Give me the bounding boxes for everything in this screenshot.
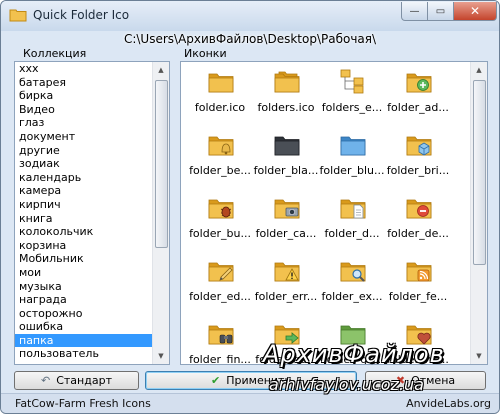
close-button[interactable]: ✕: [453, 2, 497, 21]
icon-grid-item[interactable]: folder_ex...: [317, 255, 387, 315]
list-item[interactable]: Мобильник: [15, 252, 152, 266]
icon-grid-label: folders_e...: [321, 101, 383, 114]
icon-grid-item[interactable]: folder_err...: [251, 255, 321, 315]
icon-grid-label: folder_bla...: [253, 164, 319, 177]
title-bar[interactable]: Quick Folder Ico — ▭ ✕: [1, 1, 499, 31]
watermark-title: АрхивФайлов: [263, 340, 445, 368]
icon-grid-item[interactable]: folder_ca...: [251, 192, 321, 252]
list-item[interactable]: колокольчик: [15, 225, 152, 239]
list-item[interactable]: кирпич: [15, 198, 152, 212]
icon-grid-label: folder_ad...: [387, 101, 449, 114]
scroll-up-arrow-icon[interactable]: ▲: [471, 62, 487, 78]
list-item[interactable]: пользователь: [15, 347, 152, 361]
icon-grid-item[interactable]: folder.ico: [185, 66, 255, 126]
icon-grid-item[interactable]: folder_ed...: [185, 255, 255, 315]
list-item[interactable]: книга: [15, 212, 152, 226]
standard-button[interactable]: ↶ Стандарт: [14, 371, 139, 390]
list-item[interactable]: мои: [15, 266, 152, 280]
collection-label: Коллекция: [23, 47, 87, 60]
watermark-url: arhivfaylov.ucoz.ua: [269, 375, 424, 394]
icon-grid-label: folder_de...: [387, 227, 449, 240]
icon-grid-item[interactable]: folder_fe...: [383, 255, 453, 315]
standard-button-label: Стандарт: [56, 374, 112, 387]
icon-grid-label: folder_fe...: [388, 290, 448, 303]
minimize-button[interactable]: —: [401, 2, 428, 21]
icon-grid-item[interactable]: folder_fin...: [185, 318, 255, 365]
current-path: C:\Users\АрхивФайлов\Desktop\Рабочая\: [123, 32, 377, 46]
list-item[interactable]: зодиак: [15, 157, 152, 171]
maximize-button[interactable]: ▭: [427, 2, 454, 21]
icon-grid-label: folder_bu...: [189, 227, 251, 240]
icons-label: Иконки: [184, 47, 227, 60]
scroll-down-arrow-icon[interactable]: ▼: [471, 348, 487, 364]
icon-grid-item[interactable]: folder_bu...: [185, 192, 255, 252]
developer-credit: AnvideLabs.org: [406, 397, 491, 410]
collection-listbox[interactable]: ххх батарея бирка Видео глаз документ другие зо…: [15, 62, 152, 364]
scroll-thumb[interactable]: [473, 80, 486, 265]
list-item[interactable]: документ: [15, 130, 152, 144]
icon-grid-label: folder_bri...: [386, 164, 450, 177]
list-item[interactable]: награда: [15, 293, 152, 307]
collection-list-panel: ххх батарея бирка Видео глаз документ другие зо…: [14, 61, 170, 365]
list-item[interactable]: бирка: [15, 89, 152, 103]
checkmark-icon: ✔: [211, 374, 221, 387]
icons-grid-panel: folder.ico folders.ico folders_e... folder_…: [180, 61, 488, 365]
icon-grid-label: folder.ico: [194, 101, 246, 114]
icon-grid-label: folder_blu...: [319, 164, 385, 177]
icon-grid-item[interactable]: folder_de...: [383, 192, 453, 252]
list-item[interactable]: ошибка: [15, 320, 152, 334]
icons-scrollbar[interactable]: ▲ ▼: [470, 62, 487, 364]
list-item[interactable]: календарь: [15, 171, 152, 185]
list-item[interactable]: камера: [15, 184, 152, 198]
scroll-up-arrow-icon[interactable]: ▲: [153, 62, 169, 78]
icon-grid-item[interactable]: folder_blu...: [317, 129, 387, 189]
icon-grid-label: folder_ex...: [321, 290, 383, 303]
list-item[interactable]: другие: [15, 144, 152, 158]
icon-grid-label: folder_d...: [324, 227, 380, 240]
icon-grid-label: folder_be...: [189, 164, 251, 177]
list-item[interactable]: папка: [15, 333, 152, 348]
scroll-thumb[interactable]: [155, 80, 168, 248]
window-title: Quick Folder Ico: [33, 8, 130, 22]
icon-grid-label: folder_fin...: [189, 353, 251, 365]
icon-grid-label: folders.ico: [257, 101, 315, 114]
icon-grid-label: folder_err...: [254, 290, 318, 303]
icon-grid-item[interactable]: folders_e...: [317, 66, 387, 126]
icon-grid-item[interactable]: folders.ico: [251, 66, 321, 126]
list-item[interactable]: ххх: [15, 62, 152, 76]
folder-app-icon: [9, 9, 27, 22]
list-item[interactable]: батарея: [15, 76, 152, 90]
icons-grid: folder.ico folders.ico folders_e... folder_…: [181, 62, 470, 364]
maximize-icon: ▭: [435, 5, 446, 17]
list-item[interactable]: музыка: [15, 280, 152, 294]
icon-grid-item[interactable]: folder_be...: [185, 129, 255, 189]
status-bar: FatCow-Farm Fresh Icons AnvideLabs.org: [1, 393, 499, 413]
icon-grid-item[interactable]: folder_ad...: [383, 66, 453, 126]
collection-scrollbar[interactable]: ▲ ▼: [152, 62, 169, 364]
close-icon: ✕: [469, 4, 481, 18]
app-window: Quick Folder Ico — ▭ ✕ C:\Users\АрхивФай…: [0, 0, 500, 414]
list-item[interactable]: глаз: [15, 116, 152, 130]
undo-icon: ↶: [41, 374, 51, 387]
list-item[interactable]: осторожно: [15, 307, 152, 321]
list-item[interactable]: Видео: [15, 103, 152, 117]
icon-grid-item[interactable]: folder_bri...: [383, 129, 453, 189]
icon-grid-label: folder_ca...: [255, 227, 317, 240]
icon-set-credit: FatCow-Farm Fresh Icons: [15, 397, 151, 410]
icon-grid-label: folder_ed...: [189, 290, 251, 303]
scroll-down-arrow-icon[interactable]: ▼: [153, 348, 169, 364]
icon-grid-item[interactable]: folder_d...: [317, 192, 387, 252]
minimize-icon: —: [409, 5, 420, 17]
icon-grid-item[interactable]: folder_bla...: [251, 129, 321, 189]
list-item[interactable]: корзина: [15, 239, 152, 253]
